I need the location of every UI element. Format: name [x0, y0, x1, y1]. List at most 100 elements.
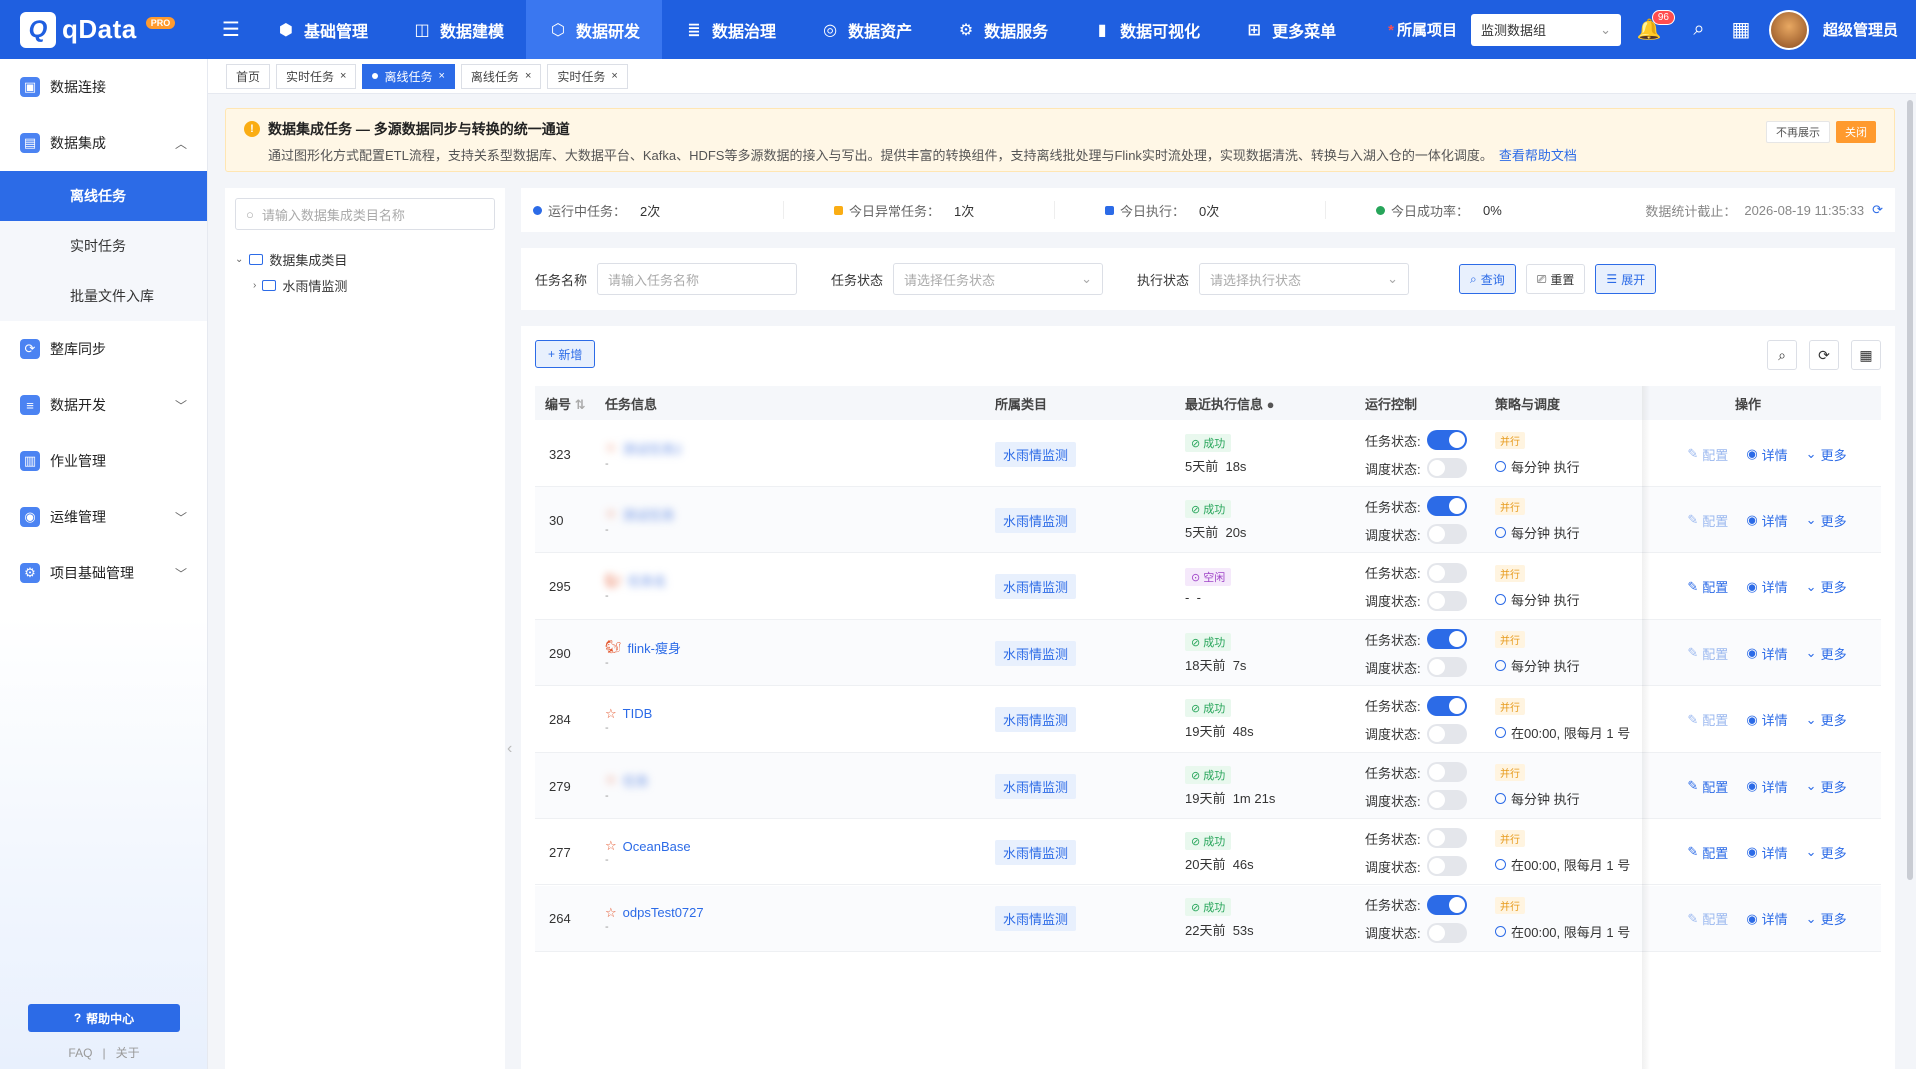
config-button[interactable]: ✎ 配置	[1687, 710, 1728, 729]
nav-item-0[interactable]: ⬢ 基础管理	[254, 0, 390, 59]
detail-button[interactable]: ◉ 详情	[1746, 843, 1787, 862]
help-center-button[interactable]: ? 帮助中心	[28, 1004, 180, 1032]
more-button[interactable]: ⌄ 更多	[1806, 445, 1847, 464]
apps-grid-icon[interactable]: ▦	[1727, 16, 1755, 44]
task-name-link[interactable]: ☆ TIDB	[605, 706, 652, 722]
refresh-icon[interactable]: ⟳	[1809, 340, 1839, 370]
search-icon[interactable]: ⌕	[1767, 340, 1797, 370]
close-icon[interactable]: ×	[340, 70, 346, 82]
nav-item-6[interactable]: ▮ 数据可视化	[1070, 0, 1222, 59]
avatar[interactable]	[1768, 9, 1809, 50]
tab-0[interactable]: 首页	[226, 63, 271, 89]
project-select[interactable]: 监测数据组 ⌄	[1470, 13, 1621, 46]
brand-logo[interactable]: Q qData PRO	[0, 11, 208, 48]
task-state-toggle[interactable]	[1426, 430, 1467, 450]
sidebar-item-integration[interactable]: ▤ 数据集成 ︿	[0, 115, 207, 171]
schedule-state-toggle[interactable]	[1426, 524, 1467, 545]
table-row[interactable]: 295 🐿 任务名 - 水雨情监测 ⊙ 空闲 - - 任务状态: 调度状态: 并…	[535, 554, 1881, 620]
close-icon[interactable]: ×	[525, 70, 531, 82]
config-button[interactable]: ✎ 配置	[1687, 843, 1728, 862]
panel-collapse-icon[interactable]: ‹	[507, 740, 512, 758]
config-button[interactable]: ✎ 配置	[1687, 777, 1728, 796]
nav-item-5[interactable]: ⚙ 数据服务	[934, 0, 1070, 59]
more-button[interactable]: ⌄ 更多	[1806, 710, 1847, 729]
schedule-state-toggle[interactable]	[1426, 790, 1467, 810]
faq-link[interactable]: FAQ	[68, 1046, 92, 1060]
config-button[interactable]: ✎ 配置	[1687, 445, 1728, 464]
more-button[interactable]: ⌄ 更多	[1806, 577, 1847, 596]
nav-item-1[interactable]: ◫ 数据建模	[390, 0, 526, 59]
task-name-link[interactable]: ☆ OceanBase	[605, 838, 691, 854]
more-button[interactable]: ⌄ 更多	[1806, 644, 1847, 663]
close-icon[interactable]: ×	[438, 70, 444, 82]
close-icon[interactable]: ×	[611, 70, 617, 82]
config-button[interactable]: ✎ 配置	[1687, 644, 1728, 663]
add-task-button[interactable]: + 新增	[535, 340, 596, 368]
task-state-toggle[interactable]	[1426, 762, 1467, 782]
schedule-state-toggle[interactable]	[1426, 856, 1467, 877]
menu-toggle-icon[interactable]: ☰	[208, 17, 254, 42]
detail-button[interactable]: ◉ 详情	[1746, 710, 1787, 729]
task-name-link[interactable]: 🐿 flink-瘦身	[605, 638, 681, 657]
schedule-state-toggle[interactable]	[1426, 922, 1467, 943]
nav-item-4[interactable]: ◎ 数据资产	[798, 0, 934, 59]
help-doc-link[interactable]: 查看帮助文档	[1499, 148, 1577, 163]
table-row[interactable]: 264 ☆ odpsTest0727 - 水雨情监测 ⊘ 成功 22天前 53s…	[535, 885, 1881, 952]
more-button[interactable]: ⌄ 更多	[1806, 909, 1847, 928]
about-link[interactable]: 关于	[116, 1046, 140, 1060]
task-state-toggle[interactable]	[1426, 695, 1467, 716]
task-name-link[interactable]: ☆ 测试任务	[605, 505, 675, 524]
refresh-icon[interactable]: ⟳	[1872, 202, 1883, 218]
detail-button[interactable]: ◉ 详情	[1746, 445, 1787, 464]
bell-icon[interactable]: 🔔 96	[1635, 9, 1675, 44]
sidebar-sub-batch-file[interactable]: 批量文件入库	[0, 271, 207, 321]
detail-button[interactable]: ◉ 详情	[1746, 644, 1787, 663]
tab-4[interactable]: 实时任务 ×	[547, 63, 628, 89]
detail-button[interactable]: ◉ 详情	[1746, 577, 1787, 596]
tab-1[interactable]: 实时任务 ×	[276, 63, 357, 89]
table-row[interactable]: 279 ☆ 任务 - 水雨情监测 ⊘ 成功 19天前 1m 21s 任务状态: …	[535, 753, 1881, 819]
sidebar-item-dev[interactable]: ≡ 数据开发 ﹀	[0, 377, 207, 433]
more-button[interactable]: ⌄ 更多	[1806, 843, 1847, 862]
task-state-toggle[interactable]	[1426, 894, 1467, 915]
task-name-link[interactable]: 🐿 任务名	[605, 571, 667, 590]
expand-button[interactable]: ☰ 展开	[1595, 264, 1657, 294]
table-row[interactable]: 277 ☆ OceanBase - 水雨情监测 ⊘ 成功 20天前 46s 任务…	[535, 819, 1881, 886]
sidebar-sub-realtime-task[interactable]: 实时任务	[0, 221, 207, 271]
more-button[interactable]: ⌄ 更多	[1806, 511, 1847, 530]
category-search-input[interactable]: ○ 请输入数据集成类目名称	[235, 198, 495, 230]
tree-root-node[interactable]: ⌄ 数据集成类目	[235, 246, 495, 272]
schedule-state-toggle[interactable]	[1426, 590, 1467, 611]
tab-3[interactable]: 离线任务 ×	[460, 63, 542, 89]
nav-item-3[interactable]: ≣ 数据治理	[662, 0, 798, 59]
tree-child-node[interactable]: › 水雨情监测	[235, 272, 495, 298]
nav-item-2[interactable]: ⬡ 数据研发	[526, 0, 663, 59]
reset-button[interactable]: ⎚ 重置	[1525, 264, 1586, 294]
task-status-select[interactable]: 请选择任务状态 ⌄	[893, 263, 1104, 295]
task-state-toggle[interactable]	[1426, 496, 1467, 517]
dismiss-notice-button[interactable]: 不再展示	[1766, 121, 1830, 143]
user-name[interactable]: 超级管理员	[1823, 19, 1898, 40]
sidebar-sub-offline-task[interactable]: 离线任务	[0, 171, 207, 221]
config-button[interactable]: ✎ 配置	[1687, 511, 1728, 530]
task-name-input[interactable]: 请输入任务名称	[597, 263, 798, 295]
schedule-state-toggle[interactable]	[1426, 458, 1467, 478]
sidebar-item-connection[interactable]: ▣ 数据连接	[0, 59, 207, 115]
task-name-link[interactable]: ☆ 任务	[605, 771, 649, 790]
detail-button[interactable]: ◉ 详情	[1746, 777, 1787, 796]
sidebar-item-ops[interactable]: ◉ 运维管理 ﹀	[0, 489, 207, 545]
task-state-toggle[interactable]	[1426, 828, 1467, 849]
nav-item-7[interactable]: ⊞ 更多菜单	[1222, 0, 1358, 59]
task-state-toggle[interactable]	[1426, 562, 1467, 583]
header-id[interactable]: 编号 ⇅	[545, 394, 586, 413]
task-state-toggle[interactable]	[1426, 629, 1467, 650]
schedule-state-toggle[interactable]	[1426, 657, 1467, 678]
table-row[interactable]: 284 ☆ TIDB - 水雨情监测 ⊘ 成功 19天前 48s 任务状态: 调…	[535, 687, 1881, 753]
task-name-link[interactable]: ☆ odpsTest0727	[605, 905, 704, 921]
config-button[interactable]: ✎ 配置	[1687, 909, 1728, 928]
column-settings-icon[interactable]: ▦	[1851, 340, 1881, 370]
tab-2[interactable]: 离线任务 ×	[362, 63, 455, 89]
detail-button[interactable]: ◉ 详情	[1746, 909, 1787, 928]
table-row[interactable]: 290 🐿 flink-瘦身 - 水雨情监测 ⊘ 成功 18天前 7s 任务状态…	[535, 620, 1881, 687]
close-notice-button[interactable]: 关闭	[1836, 121, 1876, 143]
